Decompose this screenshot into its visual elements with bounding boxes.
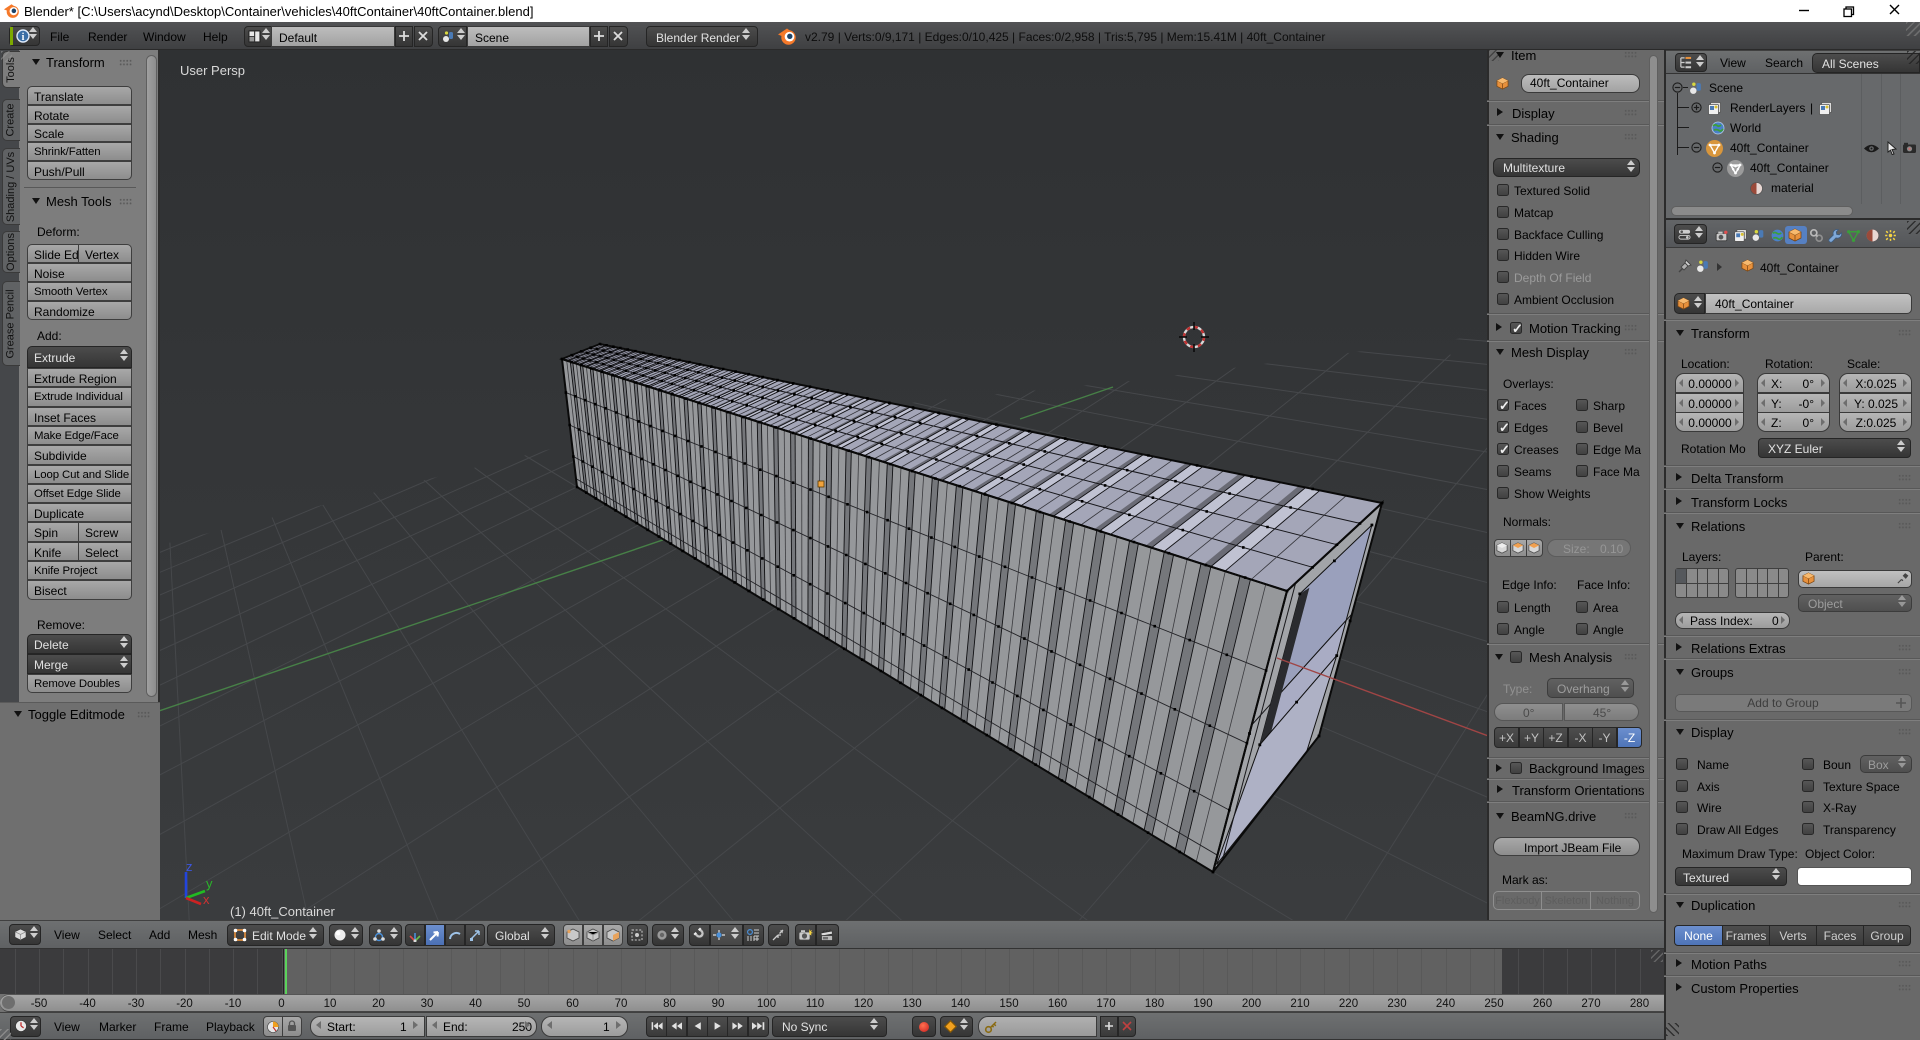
svg-text:y: y — [206, 876, 213, 891]
svg-text:i: i — [22, 32, 25, 43]
svg-text:x: x — [203, 892, 210, 907]
svg-text:User Persp: User Persp — [180, 63, 245, 78]
svg-text:(1) 40ft_Container: (1) 40ft_Container — [230, 904, 335, 919]
svg-text:z: z — [186, 859, 193, 874]
